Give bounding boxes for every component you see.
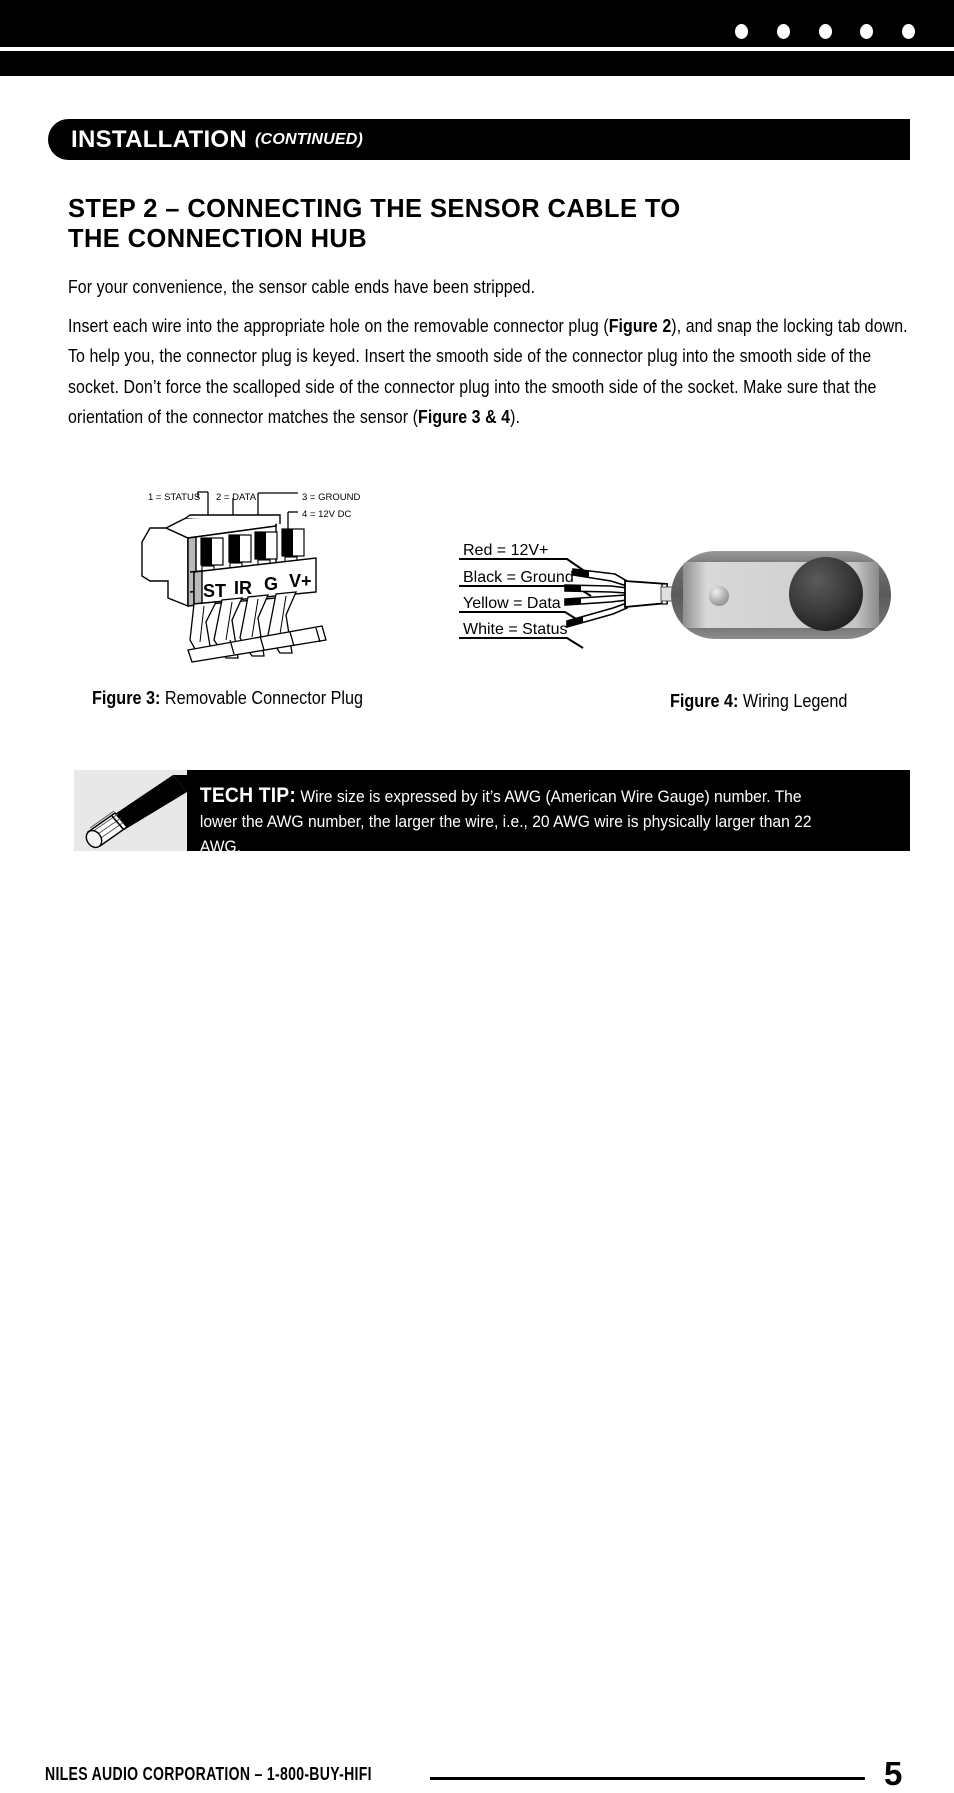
step-heading: STEP 2 – CONNECTING THE SENSOR CABLE TO … — [68, 194, 768, 254]
header-dot-icon — [902, 23, 915, 39]
plug-terminal-window-4 — [281, 528, 305, 557]
section-banner: INSTALLATION (CONTINUED) — [48, 119, 910, 160]
page-number: 5 — [884, 1755, 903, 1792]
header-dot-row — [735, 22, 915, 40]
paragraph-instructions-part-e: ). — [510, 406, 521, 427]
paragraph-intro: For your convenience, the sensor cable e… — [68, 275, 536, 297]
figure-4-illustration: Red = 12V+ Black = Ground Yellow = Data … — [455, 530, 900, 660]
callout-label-ground: 3 = GROUND — [302, 492, 360, 503]
section-banner-subtitle: (CONTINUED) — [255, 130, 363, 148]
pin-label-vplus: V+ — [289, 571, 312, 591]
ir-sensor-body — [660, 551, 891, 639]
callout-label-data: 2 = DATA — [216, 492, 257, 503]
legend-row-white: White = Status — [459, 621, 584, 649]
page-footer: NILES AUDIO CORPORATION – 1-800-BUY-HIFI… — [0, 876, 954, 1792]
plug-terminal-window-2 — [228, 534, 252, 563]
plug-pin-fins — [187, 591, 327, 663]
legend-row-yellow: Yellow = Data — [459, 595, 582, 623]
sensor-status-led-icon — [709, 586, 729, 606]
pin-label-ir: IR — [234, 578, 252, 598]
tech-tip-content: TECH TIP: Wire size is expressed by it’s… — [187, 770, 852, 856]
wiring-legend-drawing: Red = 12V+ Black = Ground Yellow = Data … — [459, 538, 891, 649]
legend-row-red: Red = 12V+ — [459, 538, 584, 571]
figure-4-caption: Figure 4: Wiring Legend — [670, 691, 847, 712]
callout-label-status: 1 = STATUS — [148, 492, 200, 503]
figure-3-caption: Figure 3: Removable Connector Plug — [92, 688, 363, 709]
wire-legend-labels: Red = 12V+ Black = Ground Yellow = Data … — [459, 538, 592, 649]
legend-label-black: Black = Ground — [463, 569, 574, 586]
section-banner-title: INSTALLATION — [71, 125, 248, 153]
sensor-ir-receiver-icon — [789, 557, 863, 631]
pin-label-st: ST — [203, 581, 226, 601]
figure-4-caption-text: Wiring Legend — [742, 691, 848, 711]
plug-left-keyway — [141, 527, 189, 608]
legend-label-yellow: Yellow = Data — [463, 595, 561, 612]
stripped-wire-icon — [74, 770, 187, 851]
figure-2-reference: Figure 2 — [608, 314, 672, 336]
stripped-wire-graphic — [74, 770, 187, 851]
paragraph-instructions: Insert each wire into the appropriate ho… — [68, 311, 915, 433]
tech-tip-label: TECH TIP: — [199, 784, 296, 807]
step-heading-line-1: STEP 2 – CONNECTING THE SENSOR CABLE TO — [68, 195, 681, 224]
header-dot-icon — [860, 23, 874, 39]
header-dot-icon — [735, 23, 748, 39]
header-dot-icon — [818, 23, 832, 39]
footer-rule — [430, 1777, 865, 1780]
figure-4-caption-label: Figure 4: — [670, 691, 739, 711]
figure-3-caption-label: Figure 3: — [92, 688, 161, 708]
legend-label-white: White = Status — [463, 621, 568, 638]
plug-label-plate-shadow — [193, 570, 203, 605]
plug-terminal-window-3 — [254, 531, 278, 560]
connector-plug-drawing: 1 = STATUS 2 = DATA 3 = GROUND 4 = 12V D… — [141, 491, 360, 663]
sensor-wire-leads — [564, 568, 668, 629]
pin-label-g: G — [264, 574, 278, 594]
callout-label-12vdc: 4 = 12V DC — [302, 509, 352, 520]
tech-tip-box: TECH TIP: Wire size is expressed by it’s… — [74, 770, 910, 856]
header-band-lower — [0, 51, 954, 76]
page-top-header — [0, 0, 954, 76]
header-dot-icon — [776, 23, 790, 39]
paragraph-instructions-part-a: Insert each wire into the appropriate ho… — [68, 314, 609, 336]
footer-company-line: NILES AUDIO CORPORATION – 1-800-BUY-HIFI — [45, 1764, 372, 1784]
legend-label-red: Red = 12V+ — [463, 542, 548, 559]
figure-3-caption-text: Removable Connector Plug — [164, 688, 364, 708]
step-heading-line-2: THE CONNECTION HUB — [68, 225, 368, 254]
plug-terminal-window-1 — [200, 537, 224, 566]
figure-3-4-reference: Figure 3 & 4 — [418, 406, 511, 427]
figure-3-illustration: 1 = STATUS 2 = DATA 3 = GROUND 4 = 12V D… — [130, 480, 380, 670]
